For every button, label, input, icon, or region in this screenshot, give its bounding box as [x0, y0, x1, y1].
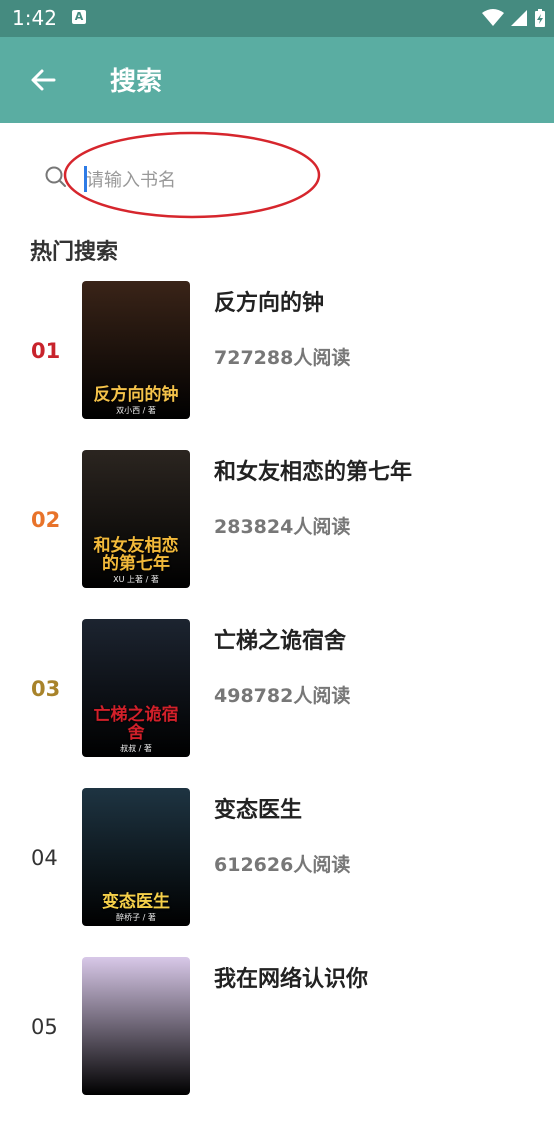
book-read-count: 498782人阅读: [214, 685, 351, 707]
book-cover[interactable]: [82, 957, 190, 1095]
search-bar: [0, 150, 554, 206]
cover-title: 亡梯之诡宿舍: [93, 704, 179, 744]
status-time: 1:42: [12, 6, 57, 30]
status-bar: 1:42 A: [0, 0, 554, 37]
book-rank: 02: [31, 508, 61, 532]
back-button[interactable]: [28, 65, 58, 95]
book-title: 和女友相恋的第七年: [214, 460, 413, 485]
hot-search-list: 01 反方向的钟 双小西 / 著 反方向的钟 727288人阅读 02 和女友相…: [0, 281, 554, 1126]
text-caret: [84, 166, 87, 192]
battery-icon: [535, 9, 545, 27]
book-item[interactable]: 04 变态医生 醉桥子 / 著 变态医生 612626人阅读: [0, 788, 554, 957]
book-title: 反方向的钟: [214, 291, 325, 316]
arrow-left-icon: [31, 69, 56, 91]
hot-search-title: 热门搜索: [30, 240, 119, 265]
cover-title: 变态医生: [102, 892, 170, 913]
book-rank: 05: [31, 1015, 58, 1039]
book-title: 变态医生: [214, 798, 303, 823]
book-rank: 04: [31, 846, 58, 870]
book-read-count: 727288人阅读: [214, 347, 351, 369]
book-title: 亡梯之诡宿舍: [214, 629, 347, 654]
book-cover[interactable]: 亡梯之诡宿舍 叔叔 / 著: [82, 619, 190, 757]
book-rank: 01: [31, 339, 61, 363]
book-item[interactable]: 05 我在网络认识你: [0, 957, 554, 1126]
status-icons: [482, 8, 546, 28]
cover-author: XU 上著 / 著: [113, 575, 159, 584]
book-cover[interactable]: 反方向的钟 双小西 / 著: [82, 281, 190, 419]
cover-author: 叔叔 / 著: [120, 744, 152, 753]
notification-a-icon: A: [72, 10, 86, 24]
cover-author: 醉桥子 / 著: [116, 913, 156, 922]
book-cover[interactable]: 和女友相恋的第七年 XU 上著 / 著: [82, 450, 190, 588]
cover-author: 双小西 / 著: [116, 406, 156, 415]
signal-icon: [511, 10, 527, 26]
book-read-count: 612626人阅读: [214, 854, 351, 876]
book-item[interactable]: 02 和女友相恋的第七年 XU 上著 / 著 和女友相恋的第七年 283824人…: [0, 450, 554, 619]
search-input[interactable]: [84, 164, 488, 196]
search-icon: [45, 166, 66, 187]
book-rank: 03: [31, 677, 61, 701]
book-item[interactable]: 01 反方向的钟 双小西 / 著 反方向的钟 727288人阅读: [0, 281, 554, 450]
book-item[interactable]: 03 亡梯之诡宿舍 叔叔 / 著 亡梯之诡宿舍 498782人阅读: [0, 619, 554, 788]
book-title: 我在网络认识你: [214, 967, 369, 992]
page-title: 搜索: [110, 67, 163, 97]
cover-title: 反方向的钟: [93, 385, 179, 406]
book-read-count: 283824人阅读: [214, 516, 351, 538]
wifi-icon: [482, 9, 504, 26]
book-cover[interactable]: 变态医生 醉桥子 / 著: [82, 788, 190, 926]
cover-title: 和女友相恋的第七年: [93, 535, 179, 575]
app-bar: 搜索: [0, 37, 554, 123]
